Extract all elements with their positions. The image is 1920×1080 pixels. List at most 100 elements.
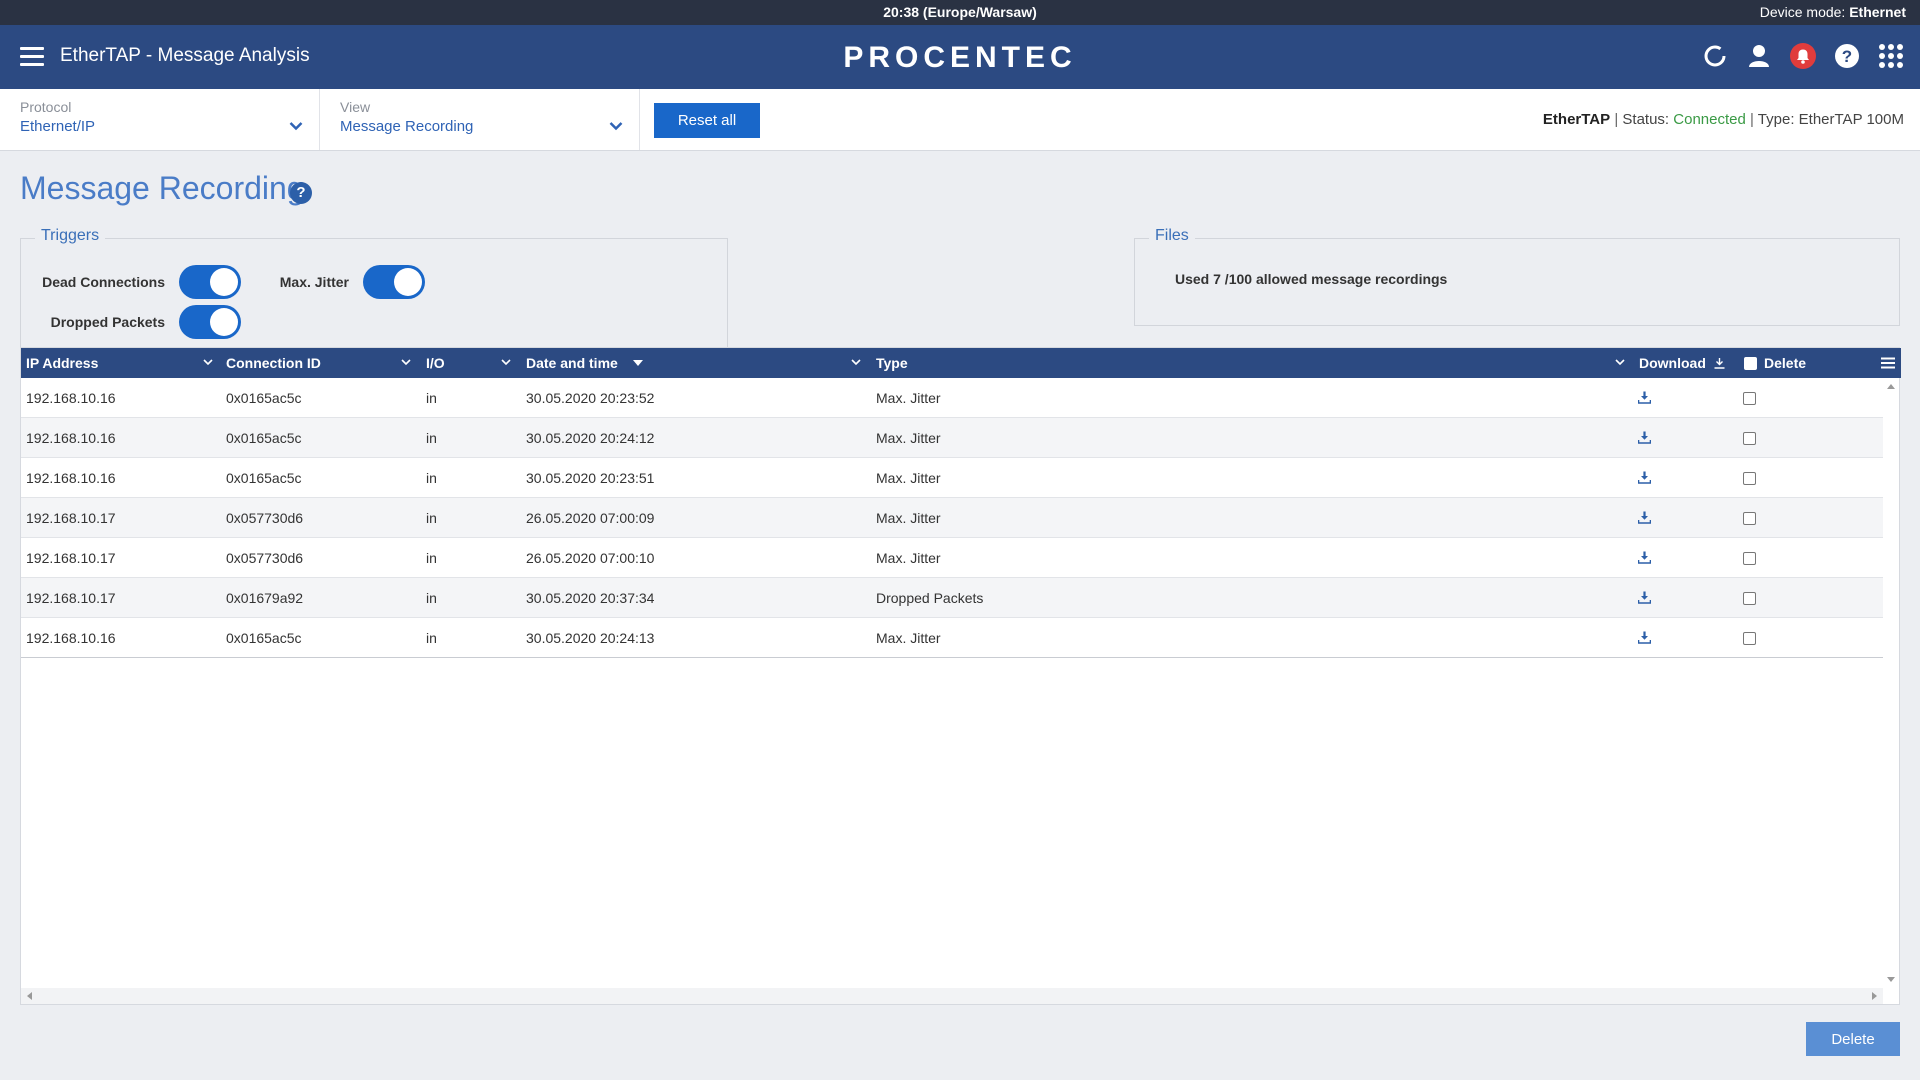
cell-date-time: 30.05.2020 20:37:34	[526, 590, 655, 606]
download-all-icon[interactable]	[1714, 358, 1725, 369]
cell-connection-id: 0x01679a92	[226, 590, 304, 606]
refresh-icon[interactable]	[1700, 41, 1730, 71]
cell-date-time: 30.05.2020 20:23:52	[526, 390, 655, 406]
trigger-dead-connections: Dead Connections	[35, 265, 241, 299]
cell-connection-id: 0x0165ac5c	[226, 630, 302, 646]
trigger-max-jitter: Max. Jitter	[269, 265, 425, 299]
cell-io: in	[426, 510, 437, 526]
cell-date-time: 26.05.2020 07:00:09	[526, 510, 655, 526]
cell-type: Max. Jitter	[876, 550, 941, 566]
cell-date-time: 30.05.2020 20:24:12	[526, 430, 655, 446]
notification-bell-icon[interactable]	[1788, 41, 1818, 71]
download-icon[interactable]	[1637, 631, 1652, 647]
sort-descending-icon[interactable]	[633, 360, 643, 366]
status-label: Status:	[1622, 111, 1670, 128]
cell-date-time: 30.05.2020 20:23:51	[526, 470, 655, 486]
table-header: IP Address Connection ID I/O Date and ti…	[21, 348, 1901, 378]
cell-type: Dropped Packets	[876, 590, 984, 606]
column-ip-address[interactable]: IP Address	[26, 348, 98, 378]
trigger-label: Dead Connections	[42, 274, 165, 290]
recording-usage: Used 7 /100 allowed message recordings	[1175, 271, 1448, 287]
delete-checkbox[interactable]	[1743, 432, 1756, 445]
cell-type: Max. Jitter	[876, 470, 941, 486]
dead-connections-toggle[interactable]	[179, 265, 241, 299]
cell-type: Max. Jitter	[876, 390, 941, 406]
cell-ip-address: 192.168.10.16	[26, 430, 116, 446]
view-label: View	[340, 99, 371, 115]
recordings-table: IP Address Connection ID I/O Date and ti…	[20, 347, 1901, 1005]
chevron-down-icon[interactable]	[851, 359, 861, 366]
download-icon[interactable]	[1637, 391, 1652, 407]
view-value: Message Recording	[340, 118, 474, 135]
trigger-label: Max. Jitter	[279, 274, 349, 290]
chevron-down-icon[interactable]	[401, 359, 411, 366]
toolbar: Protocol Ethernet/IP View Message Record…	[0, 89, 1920, 151]
cell-io: in	[426, 550, 437, 566]
download-icon[interactable]	[1637, 551, 1652, 567]
view-select[interactable]: View Message Recording	[320, 89, 640, 150]
delete-button[interactable]: Delete	[1806, 1022, 1900, 1056]
download-icon[interactable]	[1637, 511, 1652, 527]
chevron-down-icon[interactable]	[203, 359, 213, 366]
horizontal-scrollbar[interactable]	[21, 988, 1883, 1004]
triggers-legend: Triggers	[35, 227, 106, 245]
chevron-down-icon[interactable]	[1615, 359, 1625, 366]
table-row[interactable]: 192.168.10.17 0x057730d6 in 26.05.2020 07:0…	[21, 538, 1883, 578]
column-download[interactable]: Download	[1639, 348, 1706, 378]
help-icon[interactable]: ?	[1832, 41, 1862, 71]
cell-date-time: 30.05.2020 20:24:13	[526, 630, 655, 646]
trigger-dropped-packets: Dropped Packets	[35, 305, 241, 339]
column-io[interactable]: I/O	[426, 348, 445, 378]
column-menu-icon[interactable]	[1881, 357, 1895, 369]
triggers-panel: Triggers Dead Connections Max. Jitter Dr…	[20, 227, 728, 348]
device-name: EtherTAP	[1542, 111, 1611, 128]
protocol-label: Protocol	[20, 99, 72, 115]
table-row[interactable]: 192.168.10.16 0x0165ac5c in 30.05.2020 20:2…	[21, 418, 1883, 458]
cell-ip-address: 192.168.10.17	[26, 550, 116, 566]
delete-checkbox[interactable]	[1743, 392, 1756, 405]
delete-checkbox[interactable]	[1743, 552, 1756, 565]
table-row[interactable]: 192.168.10.16 0x0165ac5c in 30.05.2020 20:2…	[21, 618, 1883, 658]
max-jitter-toggle[interactable]	[363, 265, 425, 299]
delete-checkbox[interactable]	[1743, 472, 1756, 485]
help-icon[interactable]: ?	[290, 182, 312, 204]
cell-ip-address: 192.168.10.16	[26, 390, 116, 406]
reset-all-button[interactable]: Reset all	[654, 103, 760, 138]
column-date-time[interactable]: Date and time	[526, 348, 618, 378]
cell-ip-address: 192.168.10.16	[26, 470, 116, 486]
vertical-scrollbar[interactable]	[1883, 378, 1899, 988]
cell-connection-id: 0x0165ac5c	[226, 430, 302, 446]
table-row[interactable]: 192.168.10.17 0x057730d6 in 26.05.2020 07:0…	[21, 498, 1883, 538]
cell-connection-id: 0x0165ac5c	[226, 390, 302, 406]
select-all-checkbox[interactable]	[1744, 357, 1757, 370]
chevron-down-icon	[609, 122, 623, 131]
cell-ip-address: 192.168.10.17	[26, 590, 116, 606]
delete-checkbox[interactable]	[1743, 592, 1756, 605]
download-icon[interactable]	[1637, 471, 1652, 487]
cell-type: Max. Jitter	[876, 510, 941, 526]
column-connection-id[interactable]: Connection ID	[226, 348, 321, 378]
delete-checkbox[interactable]	[1743, 632, 1756, 645]
chevron-down-icon[interactable]	[501, 359, 511, 366]
delete-checkbox[interactable]	[1743, 512, 1756, 525]
dropped-packets-toggle[interactable]	[179, 305, 241, 339]
app-header: EtherTAP - Message Analysis PROCENTEC ?	[0, 25, 1920, 89]
protocol-value: Ethernet/IP	[20, 118, 96, 135]
download-icon[interactable]	[1637, 591, 1652, 607]
user-icon[interactable]	[1744, 41, 1774, 71]
cell-ip-address: 192.168.10.17	[26, 510, 116, 526]
table-row[interactable]: 192.168.10.16 0x0165ac5c in 30.05.2020 20:2…	[21, 458, 1883, 498]
download-icon[interactable]	[1637, 431, 1652, 447]
cell-date-time: 26.05.2020 07:00:10	[526, 550, 655, 566]
page-title: Message Recording	[20, 170, 305, 206]
table-row[interactable]: 192.168.10.17 0x01679a92 in 30.05.2020 20:3…	[21, 578, 1883, 618]
type-value: EtherTAP 100M	[1798, 111, 1904, 128]
column-type[interactable]: Type	[876, 348, 908, 378]
table-body: 192.168.10.16 0x0165ac5c in 30.05.2020 20:2…	[21, 378, 1883, 658]
type-label: Type:	[1757, 111, 1795, 128]
protocol-select[interactable]: Protocol Ethernet/IP	[0, 89, 320, 150]
cell-io: in	[426, 630, 437, 646]
svg-text:?: ?	[1842, 47, 1852, 66]
table-row[interactable]: 192.168.10.16 0x0165ac5c in 30.05.2020 20:2…	[21, 378, 1883, 418]
apps-grid-icon[interactable]	[1876, 41, 1906, 71]
